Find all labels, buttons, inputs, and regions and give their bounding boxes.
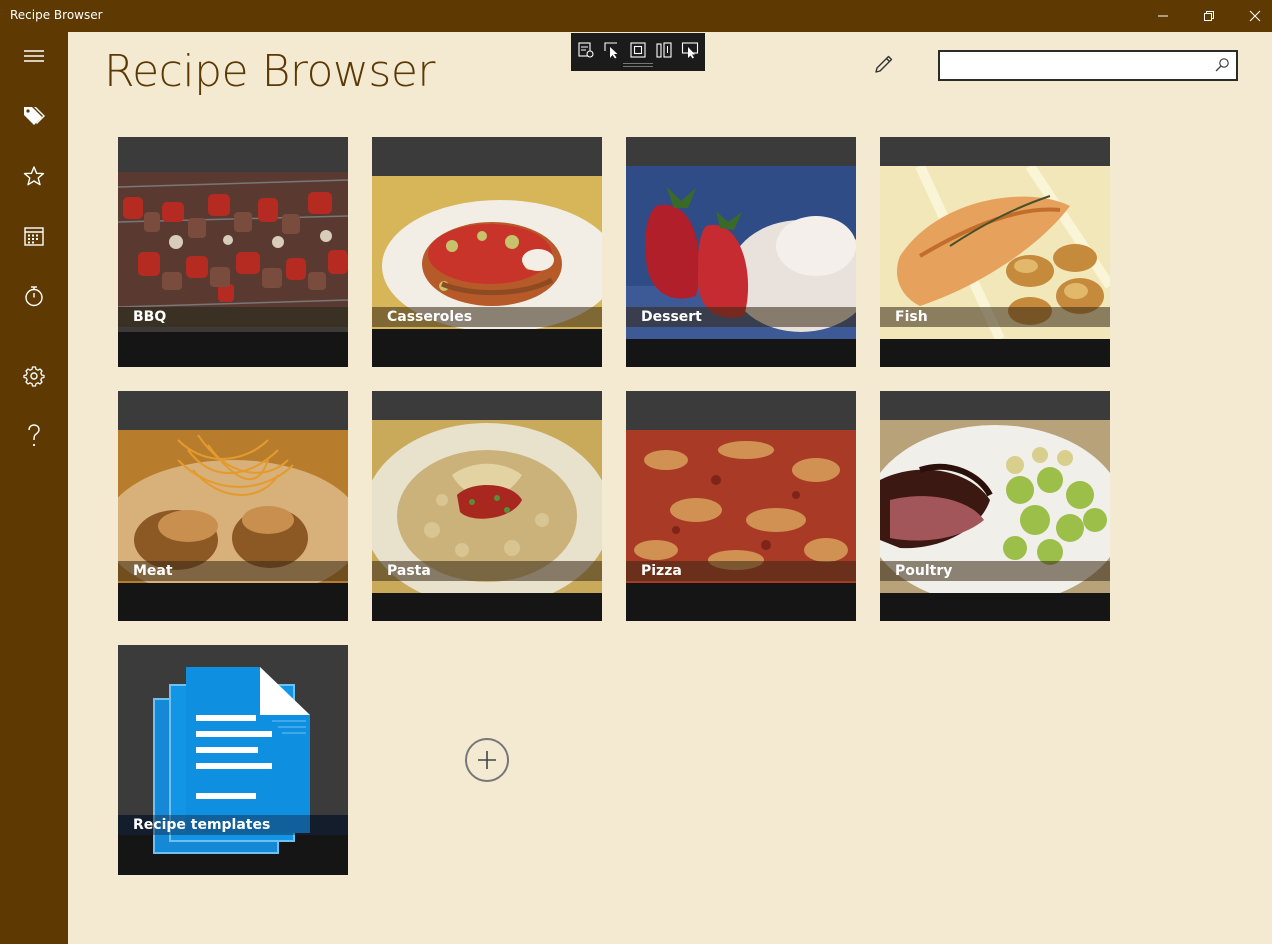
debug-toolbar	[571, 33, 705, 71]
hamburger-icon	[24, 50, 44, 62]
category-tile-poultry[interactable]: Poultry	[880, 391, 1110, 621]
category-tile-pizza[interactable]: Pizza	[626, 391, 856, 621]
window-title: Recipe Browser	[10, 8, 103, 22]
category-label: Meat	[133, 563, 173, 579]
category-label: Pizza	[641, 563, 682, 579]
category-label: BBQ	[133, 309, 167, 325]
search-box	[938, 50, 1238, 81]
category-label: Poultry	[895, 563, 953, 579]
pencil-icon	[875, 55, 893, 73]
display-layout-adorners-icon	[630, 42, 646, 58]
track-focus-icon	[656, 42, 672, 58]
sidebar-item-calendar[interactable]	[0, 212, 68, 260]
minimize-button[interactable]	[1140, 0, 1186, 32]
minimize-icon	[1158, 15, 1168, 17]
calendar-icon	[24, 227, 44, 246]
stopwatch-icon	[25, 286, 43, 307]
select-element-button[interactable]	[602, 40, 622, 60]
tags-icon	[24, 107, 45, 125]
sidebar-item-timer[interactable]	[0, 272, 68, 320]
restore-button[interactable]	[1186, 0, 1232, 32]
live-visual-tree-icon	[578, 42, 594, 58]
category-label: Dessert	[641, 309, 702, 325]
category-label: Recipe templates	[133, 817, 271, 833]
toolbar-grip[interactable]	[623, 63, 653, 67]
category-tile-recipe-templates[interactable]: Recipe templates	[118, 645, 348, 875]
category-label: Fish	[895, 309, 928, 325]
restore-icon	[1204, 11, 1214, 21]
preview-selection-icon	[681, 42, 699, 59]
hamburger-menu-button[interactable]	[0, 32, 68, 80]
category-label: Casseroles	[387, 309, 473, 325]
sidebar-item-help[interactable]	[0, 412, 68, 460]
sidebar-item-favorites[interactable]	[0, 152, 68, 200]
category-tile-meat[interactable]: Meat	[118, 391, 348, 621]
sidebar-item-tags[interactable]	[0, 92, 68, 140]
select-element-icon	[604, 42, 618, 59]
sidebar	[0, 32, 68, 944]
display-layout-adorners-button[interactable]	[628, 40, 648, 60]
category-tile-casseroles[interactable]: Casseroles	[372, 137, 602, 367]
star-icon	[23, 166, 45, 186]
search-icon[interactable]	[1214, 57, 1230, 73]
category-label: Pasta	[387, 563, 431, 579]
category-tile-dessert[interactable]: Dessert	[626, 137, 856, 367]
search-input[interactable]	[940, 52, 1208, 79]
gear-icon	[23, 366, 45, 387]
live-visual-tree-button[interactable]	[576, 40, 596, 60]
add-category-button[interactable]	[465, 738, 509, 782]
sidebar-item-settings[interactable]	[0, 352, 68, 400]
title-bar: Recipe Browser	[0, 0, 1272, 32]
track-focus-button[interactable]	[654, 40, 674, 60]
category-tile-bbq[interactable]: BBQ	[118, 137, 348, 367]
edit-button[interactable]	[868, 48, 900, 80]
close-icon	[1249, 10, 1261, 22]
plus-icon	[478, 751, 496, 769]
category-tile-pasta[interactable]: Pasta	[372, 391, 602, 621]
page-title: Recipe Browser	[104, 46, 436, 97]
help-icon	[28, 424, 40, 447]
close-button[interactable]	[1232, 0, 1272, 32]
category-tile-fish[interactable]: Fish	[880, 137, 1110, 367]
preview-selection-button[interactable]	[680, 40, 700, 60]
